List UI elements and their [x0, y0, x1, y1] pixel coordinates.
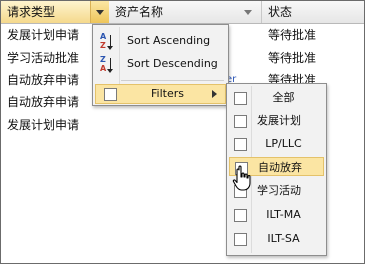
column-header-asset-name[interactable]: 资产名称 [109, 1, 262, 23]
menu-separator [121, 80, 224, 81]
grid-header: 请求类型 资产名称 状态 [1, 1, 364, 24]
column-header-label: 状态 [268, 5, 293, 19]
column-header-status[interactable]: 状态 [262, 1, 364, 23]
filter-option-all[interactable]: 全部 [229, 88, 324, 107]
cell-status: 等待批准 [268, 51, 317, 65]
cell-status: 等待批准 [268, 28, 317, 42]
filter-checkbox[interactable] [234, 115, 247, 128]
column-menu: AZ Sort Ascending ZA Sort Descending Fil… [92, 24, 229, 106]
filters-menu-item[interactable]: Filters [95, 84, 226, 104]
column-header-label: 请求类型 [7, 5, 56, 19]
menu-item-label: Sort Ascending [127, 34, 211, 47]
sort-descending-icon: ZA [100, 56, 122, 74]
sort-ascending-icon: AZ [100, 33, 122, 51]
filter-option-label: ILT-SA [267, 232, 300, 245]
filter-option-label: 发展计划 [257, 114, 301, 127]
column-menu-trigger-chevron-down-icon[interactable] [90, 1, 109, 23]
filter-option[interactable]: ILT-SA [229, 229, 324, 248]
menu-item-label: Filters [151, 87, 184, 100]
sort-indicator-icon [244, 10, 252, 15]
filter-option-label: ILT-MA [266, 208, 301, 221]
hand-pointer-cursor-icon [232, 165, 251, 191]
filter-option-label: 全部 [272, 91, 295, 104]
menu-item-label: Sort Descending [127, 57, 218, 70]
filter-option[interactable]: 发展计划 [229, 111, 324, 130]
chevron-right-icon [212, 90, 217, 98]
filters-checkbox[interactable] [104, 88, 117, 101]
sort-descending-menu-item[interactable]: ZA Sort Descending [95, 53, 226, 75]
cell-request-type: 发展计划申请 [7, 118, 80, 132]
sort-ascending-menu-item[interactable]: AZ Sort Ascending [95, 30, 226, 52]
filter-option-label: 学习活动 [257, 184, 301, 197]
column-header-label: 资产名称 [115, 5, 164, 19]
filter-option-label: 自动放弃 [258, 161, 302, 174]
filter-option[interactable]: ILT-MA [229, 205, 324, 224]
filter-option-label: LP/LLC [265, 137, 302, 150]
filter-option[interactable]: LP/LLC [229, 134, 324, 153]
